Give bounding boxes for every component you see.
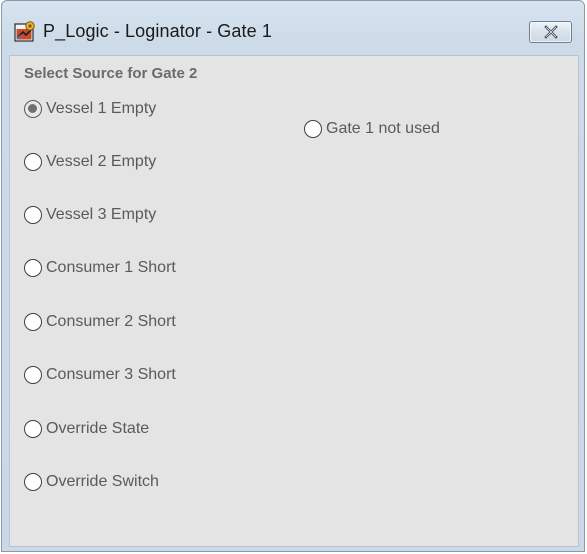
window-title: P_Logic - Loginator - Gate 1 bbox=[43, 21, 272, 41]
radio-label: Consumer 2 Short bbox=[46, 313, 176, 330]
radio-label: Gate 1 not used bbox=[326, 120, 440, 137]
radio-label: Vessel 3 Empty bbox=[46, 206, 157, 223]
radio-indicator[interactable] bbox=[304, 120, 322, 138]
radio-label: Consumer 3 Short bbox=[46, 366, 176, 383]
radio-indicator[interactable] bbox=[24, 420, 42, 438]
radio-indicator[interactable] bbox=[24, 153, 42, 171]
radio-indicator[interactable] bbox=[24, 366, 42, 384]
close-icon bbox=[544, 25, 558, 39]
radio-indicator[interactable] bbox=[24, 206, 42, 224]
radio-consumer-1-short[interactable]: Consumer 1 Short bbox=[24, 257, 176, 279]
app-gear-icon bbox=[14, 21, 36, 43]
radio-label: Vessel 1 Empty bbox=[46, 100, 157, 117]
radio-vessel-2-empty[interactable]: Vessel 2 Empty bbox=[24, 151, 156, 173]
radio-indicator[interactable] bbox=[24, 313, 42, 331]
radio-indicator[interactable] bbox=[24, 100, 42, 118]
close-button[interactable] bbox=[529, 21, 572, 43]
radio-label: Override State bbox=[46, 420, 150, 437]
dialog-window: P_Logic - Loginator - Gate 1 Select Sour… bbox=[1, 0, 585, 552]
radio-indicator[interactable] bbox=[24, 473, 42, 491]
radio-vessel-1-empty[interactable]: Vessel 1 Empty bbox=[24, 98, 156, 120]
radio-label: Override Switch bbox=[46, 473, 159, 490]
radio-override-switch[interactable]: Override Switch bbox=[24, 471, 159, 493]
radio-label: Vessel 2 Empty bbox=[46, 153, 157, 170]
radio-consumer-2-short[interactable]: Consumer 2 Short bbox=[24, 311, 176, 333]
radio-indicator[interactable] bbox=[24, 259, 42, 277]
dialog-content: Select Source for Gate 2 Vessel 1 Empty … bbox=[9, 55, 579, 547]
radio-override-state[interactable]: Override State bbox=[24, 418, 149, 440]
title-bar[interactable]: P_Logic - Loginator - Gate 1 bbox=[2, 1, 584, 55]
radio-label: Consumer 1 Short bbox=[46, 259, 176, 276]
radio-gate-1-not-used[interactable]: Gate 1 not used bbox=[304, 118, 440, 140]
group-label: Select Source for Gate 2 bbox=[24, 65, 198, 82]
radio-consumer-3-short[interactable]: Consumer 3 Short bbox=[24, 364, 176, 386]
radio-vessel-3-empty[interactable]: Vessel 3 Empty bbox=[24, 204, 156, 226]
